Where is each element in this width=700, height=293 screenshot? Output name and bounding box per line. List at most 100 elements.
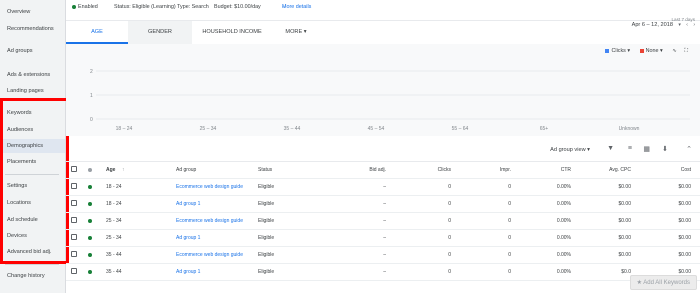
avg-cpc-cell: $0.0 <box>621 269 631 275</box>
nav-ad-groups[interactable]: Ad groups <box>5 44 65 58</box>
bid-adj-cell: – <box>383 269 386 275</box>
collapse-chevron-up-icon[interactable]: ⌃ <box>686 145 692 153</box>
ad-group-view-select[interactable]: Ad group view ▾ <box>550 147 590 153</box>
column-header[interactable]: Avg. CPC <box>581 162 631 178</box>
row-checkbox[interactable] <box>71 217 77 223</box>
nav-devices[interactable]: Devices <box>5 229 65 243</box>
x-tick-label: 45 – 54 <box>368 126 385 132</box>
columns-icon[interactable]: ▦ <box>643 145 650 153</box>
download-icon[interactable]: ⬇ <box>662 145 668 153</box>
cost-cell: $0.00 <box>678 184 691 190</box>
status-text: Status: Eligible (Learning) <box>114 4 176 10</box>
tab-household-income[interactable]: HOUSEHOLD INCOME <box>192 21 272 44</box>
column-header[interactable]: CTR <box>521 162 571 178</box>
bid-adj-cell: – <box>383 252 386 258</box>
cost-cell: $0.00 <box>678 201 691 207</box>
add-all-keywords-button[interactable]: ★ Add All Keywords <box>629 275 697 290</box>
table-row: 35 - 44 Ad group 1 Eligible –0 0 0.00% $0.0 $0.… <box>66 264 700 281</box>
tab-more[interactable]: MORE ▾ <box>276 21 316 44</box>
segment-icon[interactable]: ≡ <box>628 145 632 152</box>
ad-group-cell[interactable]: Ecommerce web design guide <box>176 179 256 195</box>
nav-audiences[interactable]: Audiences <box>5 123 65 137</box>
avg-cpc-cell: $0.00 <box>618 184 631 190</box>
nav-landing-pages[interactable]: Landing pages <box>5 84 65 98</box>
nav-settings[interactable]: Settings <box>5 179 65 193</box>
bid-adj-cell: – <box>383 218 386 224</box>
clicks-cell: 0 <box>448 184 451 190</box>
clicks-cell: 0 <box>448 235 451 241</box>
ad-group-cell[interactable]: Ecommerce web design guide <box>176 247 256 263</box>
nav-keywords[interactable]: Keywords <box>5 106 65 120</box>
nav-change-history[interactable]: Change history <box>5 269 65 283</box>
nav-advanced-bid-adj[interactable]: Advanced bid adj. <box>5 245 65 259</box>
ad-group-cell[interactable]: Ecommerce web design guide <box>176 213 256 229</box>
status-cell: Eligible <box>258 252 275 258</box>
clicks-cell: 0 <box>448 201 451 207</box>
column-header[interactable]: Clicks <box>401 162 451 178</box>
tab-gender[interactable]: GENDER <box>128 21 192 44</box>
row-checkbox[interactable] <box>71 200 77 206</box>
demographic-tabs: AGE GENDER HOUSEHOLD INCOME MORE ▾ <box>66 20 700 45</box>
age-cell: 35 - 44 <box>106 269 122 275</box>
avg-cpc-cell: $0.00 <box>618 235 631 241</box>
column-header[interactable]: Bid adj. <box>336 162 386 178</box>
y-tick-label: 0 <box>90 117 93 123</box>
row-checkbox[interactable] <box>71 268 77 274</box>
table-row: 18 - 24 Ecommerce web design guide Eligibl… <box>66 179 700 196</box>
nav-placements[interactable]: Placements <box>5 155 65 169</box>
ad-group-cell[interactable]: Ad group 1 <box>176 230 256 246</box>
status-cell: Eligible <box>258 269 275 275</box>
nav-divider <box>5 264 59 265</box>
chevron-right-icon[interactable]: › <box>693 22 695 28</box>
status-dot-icon <box>88 202 92 206</box>
x-tick-label: 35 – 44 <box>284 126 301 132</box>
column-header[interactable]: Impr. <box>461 162 511 178</box>
impr-cell: 0 <box>508 184 511 190</box>
nav-ad-schedule[interactable]: Ad schedule <box>5 213 65 227</box>
row-checkbox[interactable] <box>71 234 77 240</box>
nav-locations[interactable]: Locations <box>5 196 65 210</box>
ctr-cell: 0.00% <box>556 252 571 258</box>
ctr-cell: 0.00% <box>556 184 571 190</box>
type-text: Type: Search <box>177 4 209 10</box>
chevron-down-icon: ⌵ <box>282 4 287 10</box>
column-header[interactable]: Age <box>106 162 146 178</box>
left-nav: Overview Recommendations Ad groups Ads &… <box>0 0 66 293</box>
x-tick-label: 65+ <box>540 126 549 132</box>
nav-recommendations[interactable]: Recommendations <box>5 22 65 36</box>
date-range-picker[interactable]: Last 7 days Apr 6 – 12, 2018 ▾ ‹ › <box>632 17 695 28</box>
caret-down-icon[interactable]: ▾ <box>678 22 681 28</box>
impr-cell: 0 <box>508 269 511 275</box>
chevron-left-icon[interactable]: ‹ <box>686 22 688 28</box>
status-dot-icon <box>88 219 92 223</box>
clicks-cell: 0 <box>448 252 451 258</box>
nav-overview[interactable]: Overview <box>5 5 65 19</box>
y-tick-label: 2 <box>90 69 93 75</box>
column-header[interactable]: Ad group <box>176 162 256 178</box>
enabled-dot-icon <box>72 4 76 9</box>
tab-age[interactable]: AGE <box>66 21 128 44</box>
impr-cell: 0 <box>508 235 511 241</box>
bid-adj-cell: – <box>383 235 386 241</box>
impr-cell: 0 <box>508 218 511 224</box>
enabled-status: Enabled <box>72 0 98 14</box>
row-checkbox[interactable] <box>71 183 77 189</box>
age-cell: 25 - 34 <box>106 235 122 241</box>
row-checkbox[interactable] <box>71 166 77 172</box>
nav-ads-extensions[interactable]: Ads & extensions <box>5 68 65 82</box>
column-header[interactable]: Cost <box>641 162 691 178</box>
status-header-dot-icon <box>88 168 92 172</box>
age-cell: 25 - 34 <box>106 218 122 224</box>
impr-cell: 0 <box>508 201 511 207</box>
filter-icon[interactable]: ▼ <box>607 145 614 152</box>
column-header[interactable]: Status <box>258 162 298 178</box>
sort-up-arrow-icon[interactable]: ↑ <box>122 162 125 178</box>
ad-group-cell[interactable]: Ad group 1 <box>176 264 256 280</box>
cost-cell: $0.00 <box>678 218 691 224</box>
age-cell: 18 - 24 <box>106 201 122 207</box>
age-cell: 35 - 44 <box>106 252 122 258</box>
nav-demographics[interactable]: Demographics <box>0 139 65 153</box>
ad-group-cell[interactable]: Ad group 1 <box>176 196 256 212</box>
avg-cpc-cell: $0.00 <box>618 201 631 207</box>
row-checkbox[interactable] <box>71 251 77 257</box>
